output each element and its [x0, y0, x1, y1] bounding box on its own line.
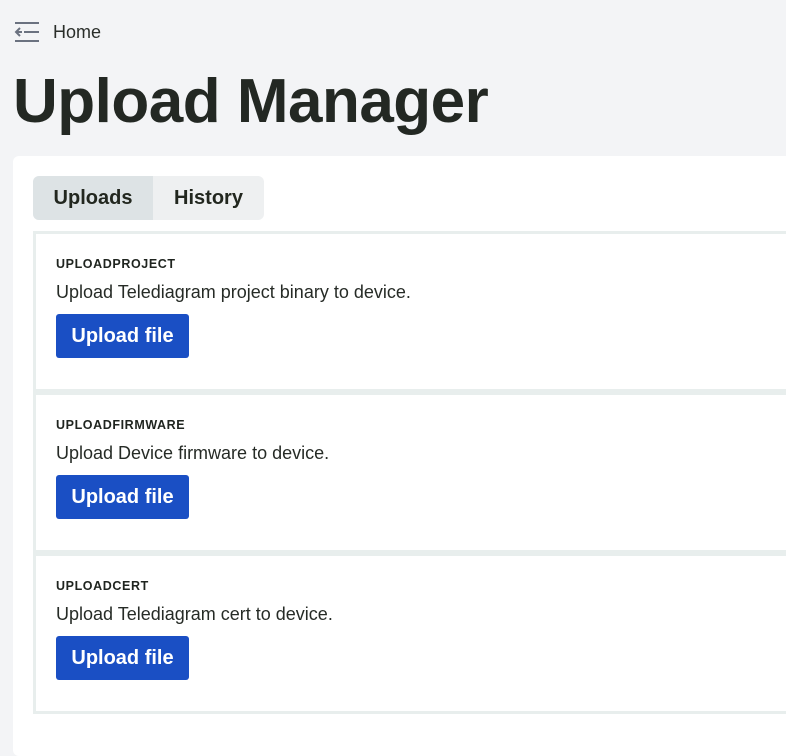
- upload-card-project: UPLOADPROJECT Upload Telediagram project…: [36, 234, 786, 395]
- upload-description: Upload Telediagram cert to device.: [56, 604, 333, 624]
- tab-history[interactable]: History: [153, 176, 264, 220]
- top-nav: Home: [14, 18, 101, 46]
- upload-description: Upload Device firmware to device.: [56, 443, 330, 463]
- tab-bar: Uploads History: [33, 176, 264, 220]
- upload-key: UPLOADCERT: [56, 579, 149, 593]
- collapse-menu-icon[interactable]: [14, 19, 40, 45]
- upload-key: UPLOADFIRMWARE: [56, 418, 186, 432]
- home-link[interactable]: Home: [53, 22, 101, 43]
- upload-project-button[interactable]: Upload file: [56, 314, 189, 358]
- upload-firmware-button[interactable]: Upload file: [56, 475, 189, 519]
- upload-panel: Uploads History UPLOADPROJECT Upload Tel…: [13, 156, 786, 756]
- upload-description: Upload Telediagram project binary to dev…: [56, 282, 411, 302]
- upload-list: UPLOADPROJECT Upload Telediagram project…: [33, 231, 786, 714]
- upload-card-cert: UPLOADCERT Upload Telediagram cert to de…: [36, 556, 786, 714]
- upload-key: UPLOADPROJECT: [56, 257, 176, 271]
- upload-card-firmware: UPLOADFIRMWARE Upload Device firmware to…: [36, 395, 786, 556]
- upload-cert-button[interactable]: Upload file: [56, 636, 189, 680]
- page-title: Upload Manager: [13, 67, 489, 136]
- tab-uploads[interactable]: Uploads: [33, 176, 153, 220]
